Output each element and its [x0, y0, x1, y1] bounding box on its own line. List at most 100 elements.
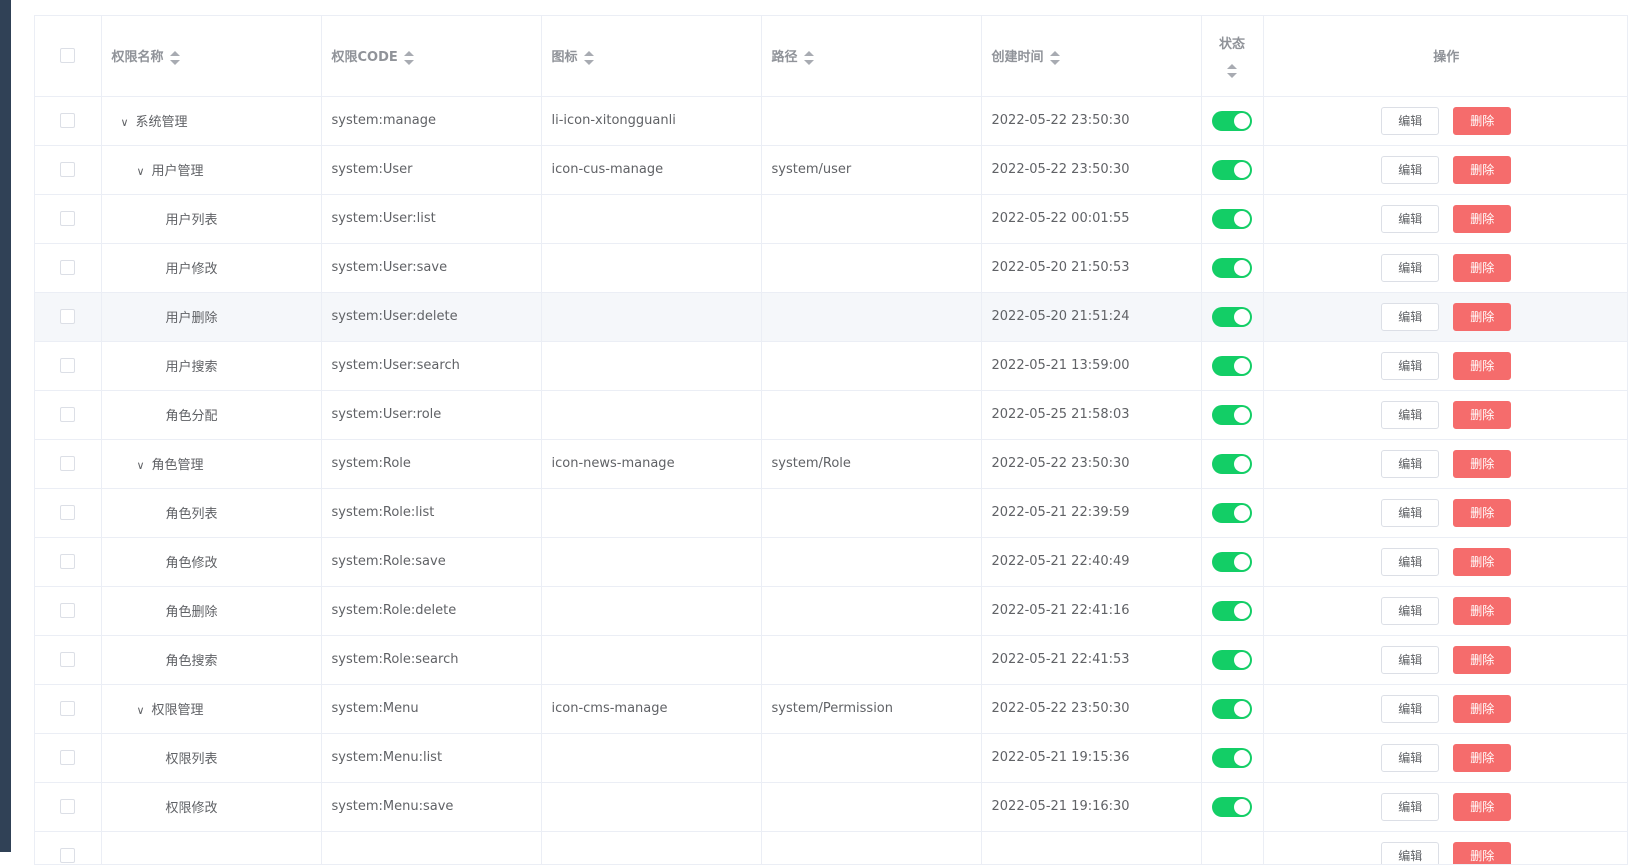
delete-button[interactable]: 删除 [1453, 205, 1511, 233]
chevron-down-icon[interactable]: ∨ [118, 116, 132, 129]
edit-button[interactable]: 编辑 [1381, 646, 1439, 674]
row-checkbox[interactable] [60, 505, 75, 520]
sort-caret-icon[interactable] [170, 51, 180, 65]
status-toggle[interactable] [1212, 111, 1252, 131]
status-toggle[interactable] [1212, 503, 1252, 523]
row-checkbox[interactable] [60, 603, 75, 618]
row-select-cell[interactable] [35, 145, 101, 194]
delete-button[interactable]: 删除 [1453, 450, 1511, 478]
select-all-checkbox[interactable] [60, 48, 75, 63]
delete-button[interactable]: 删除 [1453, 793, 1511, 821]
status-toggle[interactable] [1212, 258, 1252, 278]
sort-caret-icon[interactable] [804, 51, 814, 65]
row-checkbox[interactable] [60, 407, 75, 422]
row-checkbox[interactable] [60, 652, 75, 667]
edit-button[interactable]: 编辑 [1381, 107, 1439, 135]
header-name[interactable]: 权限名称 [101, 16, 321, 96]
row-checkbox[interactable] [60, 309, 75, 324]
delete-button[interactable]: 删除 [1453, 842, 1511, 865]
sort-caret-icon[interactable] [1050, 51, 1060, 65]
row-select-cell[interactable] [35, 243, 101, 292]
delete-button[interactable]: 删除 [1453, 695, 1511, 723]
sort-caret-icon[interactable] [1227, 64, 1237, 78]
delete-button[interactable]: 删除 [1453, 401, 1511, 429]
edit-button[interactable]: 编辑 [1381, 156, 1439, 184]
delete-button[interactable]: 删除 [1453, 254, 1511, 282]
row-select-cell[interactable] [35, 194, 101, 243]
row-select-cell[interactable] [35, 341, 101, 390]
row-select-cell[interactable] [35, 831, 101, 865]
row-select-cell[interactable] [35, 782, 101, 831]
status-toggle[interactable] [1212, 650, 1252, 670]
edit-button[interactable]: 编辑 [1381, 303, 1439, 331]
edit-button[interactable]: 编辑 [1381, 499, 1439, 527]
status-toggle[interactable] [1212, 552, 1252, 572]
row-checkbox[interactable] [60, 358, 75, 373]
row-checkbox[interactable] [60, 701, 75, 716]
row-select-cell[interactable] [35, 537, 101, 586]
row-checkbox[interactable] [60, 211, 75, 226]
row-select-cell[interactable] [35, 96, 101, 145]
row-select-cell[interactable] [35, 586, 101, 635]
header-created[interactable]: 创建时间 [981, 16, 1201, 96]
delete-button[interactable]: 删除 [1453, 548, 1511, 576]
edit-button[interactable]: 编辑 [1381, 352, 1439, 380]
row-select-cell[interactable] [35, 439, 101, 488]
table-row: 角色搜索system:Role:search2022-05-21 22:41:5… [35, 635, 1628, 684]
chevron-down-icon[interactable]: ∨ [134, 704, 148, 717]
sort-caret-icon[interactable] [404, 51, 414, 65]
delete-button[interactable]: 删除 [1453, 107, 1511, 135]
row-select-cell[interactable] [35, 733, 101, 782]
row-checkbox[interactable] [60, 848, 75, 863]
header-select-all[interactable] [35, 16, 101, 96]
row-checkbox[interactable] [60, 456, 75, 471]
edit-button[interactable]: 编辑 [1381, 597, 1439, 625]
row-select-cell[interactable] [35, 488, 101, 537]
header-icon[interactable]: 图标 [541, 16, 761, 96]
status-toggle[interactable] [1212, 699, 1252, 719]
row-select-cell[interactable] [35, 684, 101, 733]
delete-button[interactable]: 删除 [1453, 646, 1511, 674]
ops-cell: 编辑删除 [1263, 733, 1628, 782]
edit-button[interactable]: 编辑 [1381, 205, 1439, 233]
row-select-cell[interactable] [35, 390, 101, 439]
row-select-cell[interactable] [35, 635, 101, 684]
header-code[interactable]: 权限CODE [321, 16, 541, 96]
edit-button[interactable]: 编辑 [1381, 695, 1439, 723]
status-toggle[interactable] [1212, 797, 1252, 817]
edit-button[interactable]: 编辑 [1381, 793, 1439, 821]
delete-button[interactable]: 删除 [1453, 499, 1511, 527]
row-checkbox[interactable] [60, 162, 75, 177]
status-toggle[interactable] [1212, 356, 1252, 376]
chevron-down-icon[interactable]: ∨ [134, 459, 148, 472]
delete-button[interactable]: 删除 [1453, 744, 1511, 772]
header-status[interactable]: 状态 [1201, 16, 1263, 96]
row-checkbox[interactable] [60, 113, 75, 128]
row-checkbox[interactable] [60, 750, 75, 765]
path-cell [761, 390, 981, 439]
header-path[interactable]: 路径 [761, 16, 981, 96]
delete-button[interactable]: 删除 [1453, 156, 1511, 184]
edit-button[interactable]: 编辑 [1381, 450, 1439, 478]
status-toggle[interactable] [1212, 160, 1252, 180]
edit-button[interactable]: 编辑 [1381, 254, 1439, 282]
delete-button[interactable]: 删除 [1453, 597, 1511, 625]
status-toggle[interactable] [1212, 209, 1252, 229]
status-toggle[interactable] [1212, 405, 1252, 425]
status-toggle[interactable] [1212, 748, 1252, 768]
status-toggle[interactable] [1212, 307, 1252, 327]
delete-button[interactable]: 删除 [1453, 352, 1511, 380]
edit-button[interactable]: 编辑 [1381, 744, 1439, 772]
edit-button[interactable]: 编辑 [1381, 401, 1439, 429]
row-select-cell[interactable] [35, 292, 101, 341]
edit-button[interactable]: 编辑 [1381, 548, 1439, 576]
status-toggle[interactable] [1212, 601, 1252, 621]
row-checkbox[interactable] [60, 799, 75, 814]
row-checkbox[interactable] [60, 554, 75, 569]
row-checkbox[interactable] [60, 260, 75, 275]
sort-caret-icon[interactable] [584, 51, 594, 65]
delete-button[interactable]: 删除 [1453, 303, 1511, 331]
chevron-down-icon[interactable]: ∨ [134, 165, 148, 178]
status-toggle[interactable] [1212, 454, 1252, 474]
edit-button[interactable]: 编辑 [1381, 842, 1439, 865]
